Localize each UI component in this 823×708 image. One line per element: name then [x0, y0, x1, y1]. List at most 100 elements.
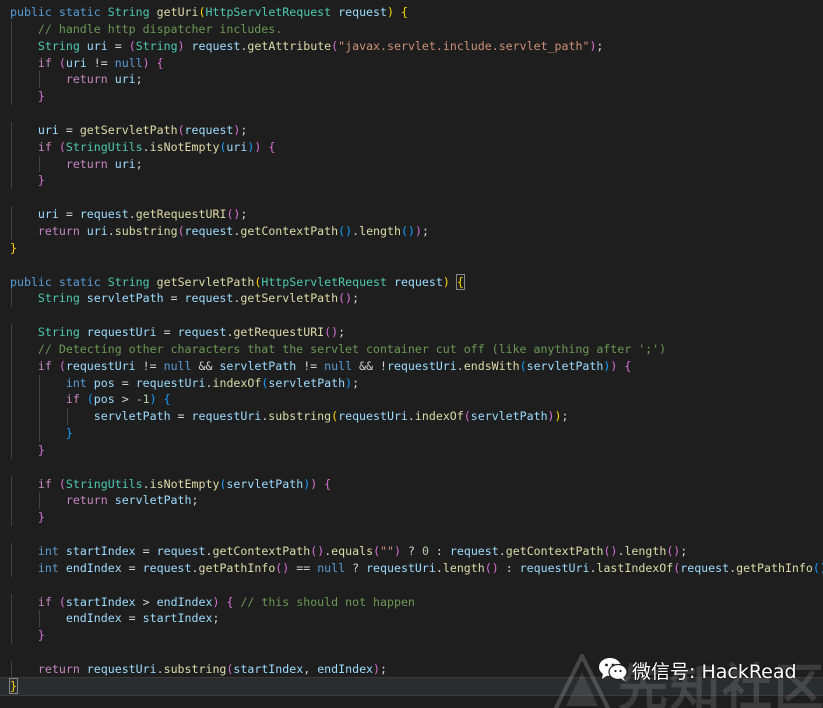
code-token: =: [170, 409, 192, 424]
code-token: =: [121, 611, 143, 626]
code-token: &&: [191, 358, 220, 373]
code-line[interactable]: }: [10, 172, 823, 190]
code-token: requestUri: [135, 375, 206, 390]
code-token: }: [9, 677, 18, 694]
code-token: servletPath: [470, 409, 548, 424]
code-line[interactable]: [10, 257, 823, 274]
code-token: servletPath: [86, 291, 164, 306]
code-line[interactable]: int startIndex = request.getContextPath(…: [10, 543, 823, 560]
code-line[interactable]: [10, 189, 823, 206]
code-line[interactable]: public static String getServletPath(Http…: [10, 273, 823, 291]
indent-guide: [11, 324, 12, 341]
code-token: request: [177, 325, 227, 340]
code-line[interactable]: if (requestUri != null && servletPath !=…: [10, 357, 823, 375]
code-token: return: [37, 661, 80, 676]
code-token: requestUri: [191, 409, 262, 424]
code-line[interactable]: String requestUri = request.getRequestUR…: [10, 324, 823, 341]
code-token: (: [58, 55, 66, 70]
code-line[interactable]: [10, 105, 823, 122]
code-line[interactable]: public static String getUri(HttpServletR…: [10, 4, 823, 21]
code-line[interactable]: [10, 459, 823, 476]
code-token: (: [58, 358, 66, 373]
code-line[interactable]: endIndex = startIndex;: [10, 610, 823, 628]
code-token: servletPath: [114, 493, 192, 508]
code-editor[interactable]: public static String getUri(HttpServletR…: [0, 0, 823, 708]
code-line[interactable]: if (startIndex > endIndex) { // this sho…: [10, 593, 823, 611]
code-token: !=: [296, 358, 325, 373]
code-line[interactable]: return uri;: [10, 71, 823, 89]
code-line[interactable]: // handle http dispatcher includes.: [10, 20, 823, 38]
code-token: uri: [114, 156, 136, 171]
code-line[interactable]: [10, 577, 823, 594]
code-line[interactable]: if (StringUtils.isNotEmpty(servletPath))…: [10, 475, 823, 493]
code-line[interactable]: [10, 644, 823, 661]
indent-guide: [11, 492, 12, 510]
code-line[interactable]: if (uri != null) {: [10, 54, 823, 72]
code-token: requestUri: [86, 661, 157, 676]
code-line[interactable]: if (pos > -1) {: [10, 391, 823, 409]
code-token: ): [387, 5, 394, 19]
code-line[interactable]: }: [10, 425, 823, 442]
code-line[interactable]: int endIndex = request.getPathInfo() == …: [10, 559, 823, 577]
code-line[interactable]: String servletPath = request.getServletP…: [10, 290, 823, 308]
code-token: if: [37, 55, 52, 70]
code-line[interactable]: servletPath = requestUri. substring (reque…: [10, 408, 823, 426]
code-line[interactable]: if (StringUtils.isNotEmpty(uri)) {: [10, 138, 823, 156]
code-token: ): [373, 661, 381, 676]
indent-guide: [11, 121, 12, 139]
indent-guide: [11, 559, 12, 577]
code-line[interactable]: }: [10, 441, 823, 459]
code-line[interactable]: uri = request.getRequestURI();: [10, 206, 823, 223]
code-token: servletPath: [526, 358, 604, 373]
code-token: request: [449, 544, 499, 558]
code-token: substring: [114, 223, 178, 238]
code-line[interactable]: // Detecting other characters that the s…: [10, 340, 823, 358]
code-token: >: [114, 392, 136, 407]
code-line[interactable]: return uri.substring(request.getContextP…: [10, 222, 823, 240]
code-token: ;: [240, 207, 248, 222]
code-line[interactable]: String uri = (String) request.getAttribu…: [10, 37, 823, 55]
code-token: (: [58, 139, 66, 154]
code-line[interactable]: return requestUri.substring(startIndex, …: [10, 660, 823, 678]
code-token: ): [142, 55, 150, 70]
code-token: (): [338, 291, 353, 306]
code-area[interactable]: public static String getUri(HttpServletR…: [0, 4, 823, 696]
code-token: uri: [37, 122, 59, 137]
code-line[interactable]: }: [10, 627, 823, 645]
code-line[interactable]: uri = getServletPath(request);: [10, 121, 823, 139]
code-token: .: [498, 544, 506, 558]
code-token: if: [37, 476, 52, 491]
code-token: .: [107, 223, 115, 238]
code-line[interactable]: [10, 307, 823, 324]
code-token: }: [37, 628, 45, 643]
code-token: ;: [135, 72, 143, 87]
code-line[interactable]: return uri;: [10, 155, 823, 173]
code-line[interactable]: }: [10, 509, 823, 527]
code-line[interactable]: }: [10, 240, 823, 257]
code-token: endIndex: [156, 594, 213, 609]
code-line[interactable]: [10, 526, 823, 543]
code-line[interactable]: return servletPath;: [10, 492, 823, 510]
code-token: ;: [380, 661, 387, 676]
code-token: uri: [37, 207, 59, 222]
code-line[interactable]: }: [0, 676, 823, 696]
indent-guide: [38, 492, 40, 510]
indent-guide: [11, 593, 12, 611]
code-line[interactable]: int pos = requestUri.indexOf(servletPath…: [10, 374, 823, 392]
code-line[interactable]: }: [10, 88, 823, 106]
